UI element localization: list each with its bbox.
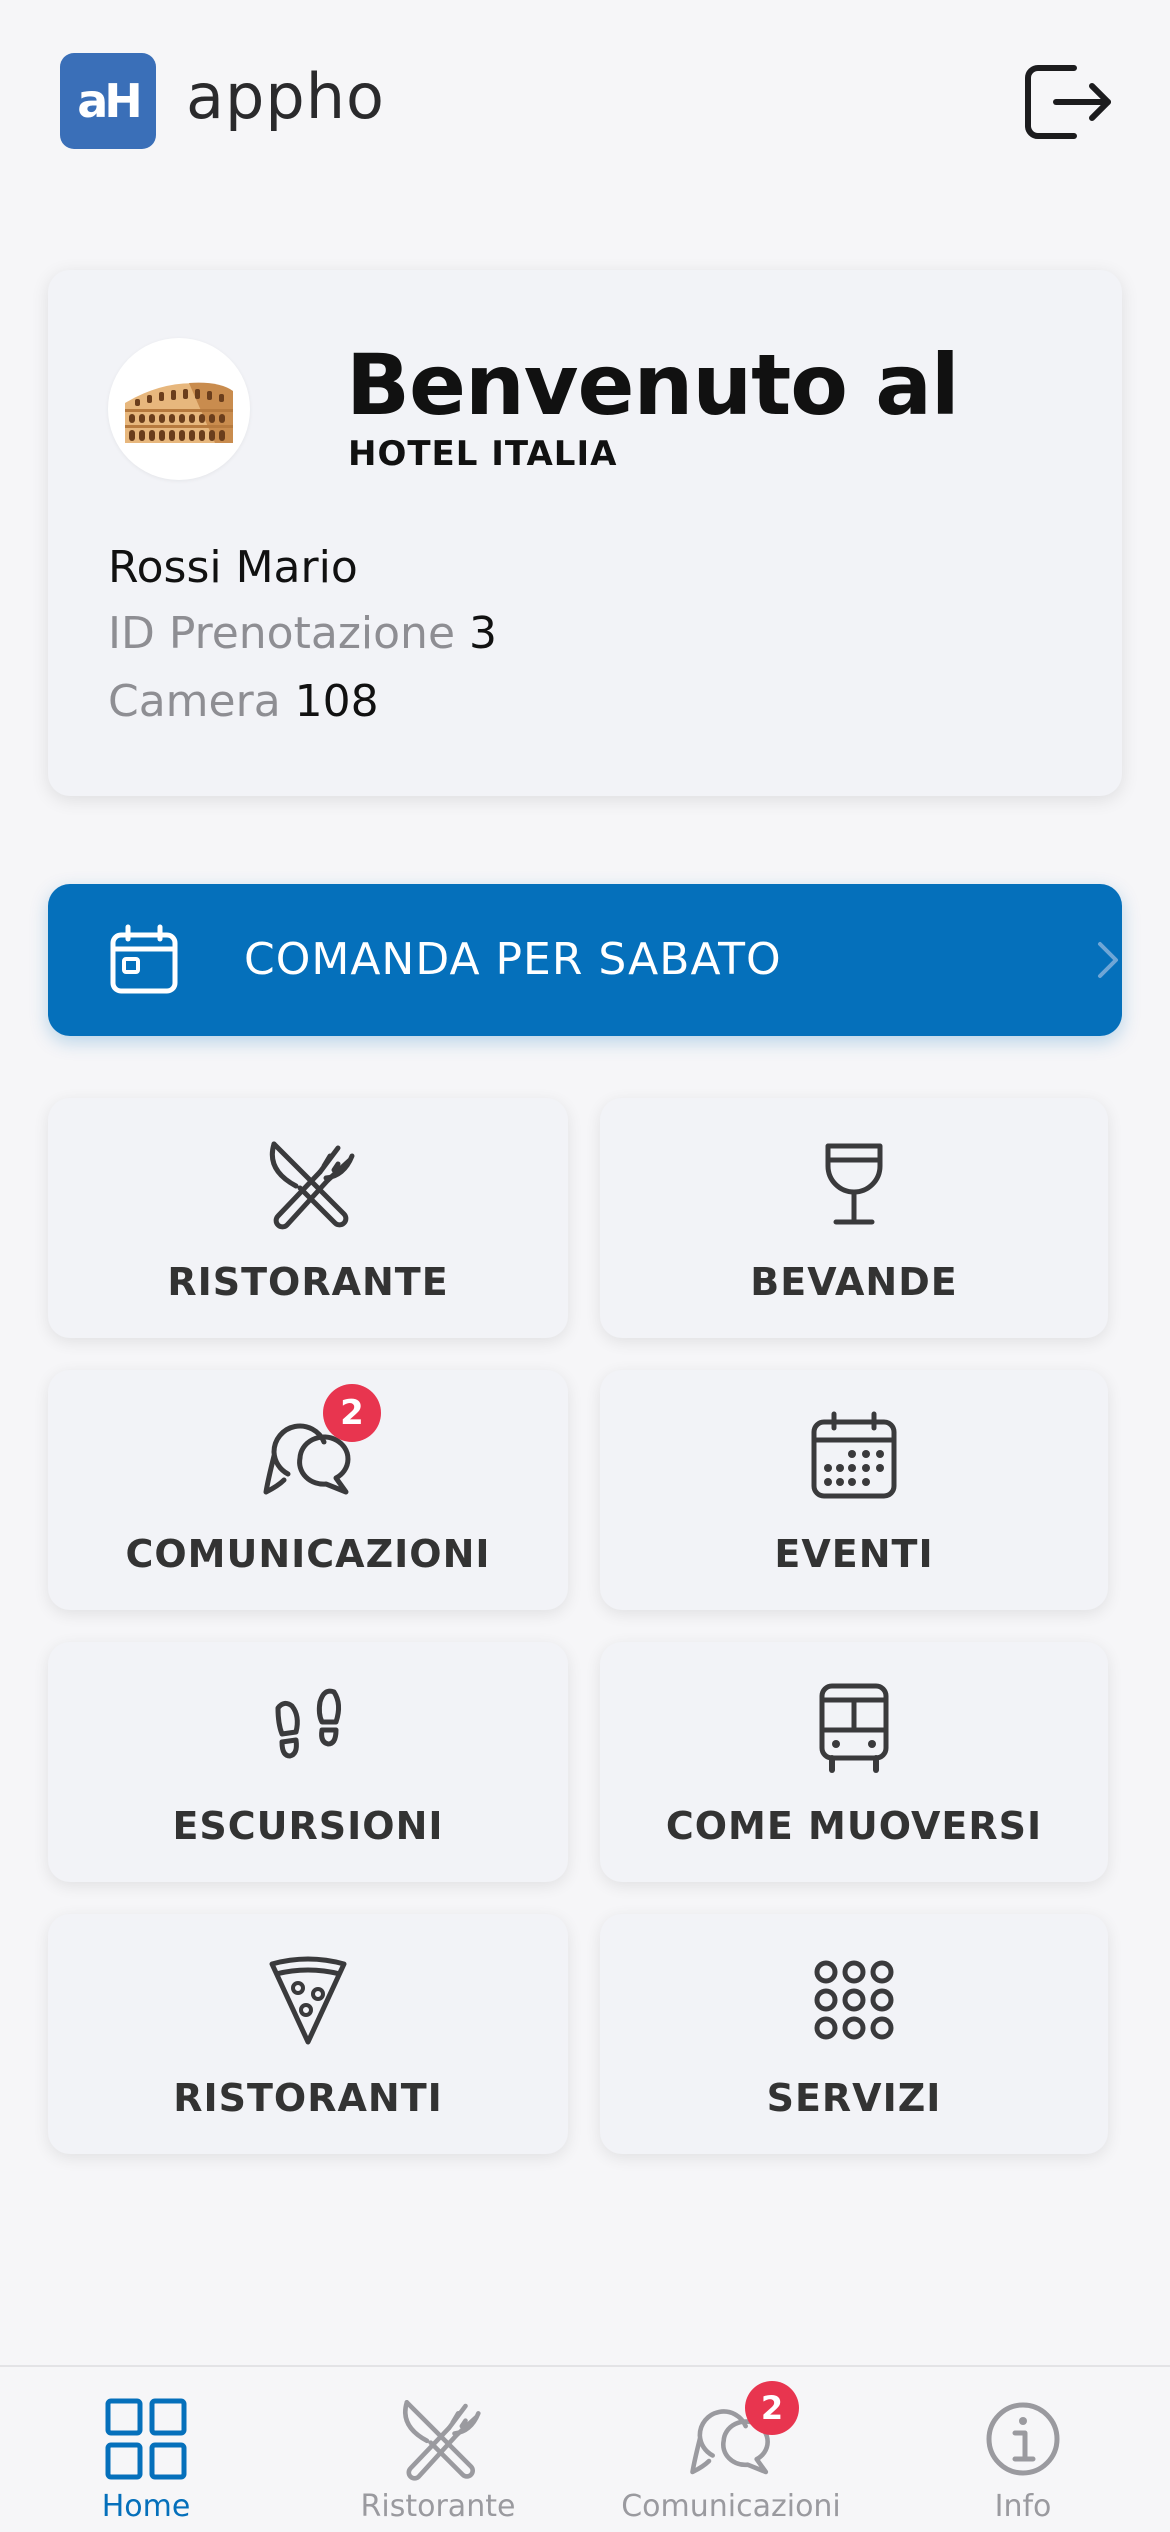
room-number: 108: [294, 676, 379, 727]
nav-info[interactable]: Info: [877, 2367, 1169, 2532]
nav-label: Ristorante: [360, 2489, 516, 2524]
notification-badge: 2: [323, 1384, 381, 1442]
tile-come-muoversi[interactable]: COME MUOVERSI: [600, 1642, 1108, 1882]
apps-grid-icon: [814, 1960, 894, 2040]
booking-id-value: 3: [469, 608, 498, 659]
fork-knife-icon: [403, 2400, 481, 2481]
tile-ristoranti[interactable]: RISTORANTI: [48, 1914, 568, 2154]
hotel-avatar: [108, 338, 250, 480]
tile-label: COME MUOVERSI: [665, 1804, 1043, 1848]
welcome-title: Benvenuto al: [346, 336, 960, 434]
logout-icon[interactable]: [1024, 62, 1114, 142]
tile-label: COMUNICAZIONI: [125, 1532, 491, 1576]
colosseum-icon: [125, 382, 233, 443]
bottom-nav: Home Ristorante 2 Comunicazioni Info: [0, 2365, 1170, 2532]
logo-text: aH: [77, 74, 143, 128]
tile-escursioni[interactable]: ESCURSIONI: [48, 1642, 568, 1882]
booking-id-label: ID Prenotazione: [108, 608, 456, 659]
room-label: Camera: [108, 676, 281, 727]
app-header: aH appho: [0, 0, 1170, 210]
app-logo: aH: [60, 53, 156, 149]
tile-label: ESCURSIONI: [172, 1804, 444, 1848]
welcome-card: Benvenuto al HOTEL ITALIA Rossi Mario ID…: [48, 270, 1122, 796]
tile-servizi[interactable]: SERVIZI: [600, 1914, 1108, 2154]
nav-label: Home: [101, 2489, 191, 2524]
tile-ristorante[interactable]: RISTORANTE: [48, 1098, 568, 1338]
home-grid-icon: [105, 2398, 187, 2480]
pizza-slice-icon: [269, 1956, 347, 2045]
nav-label: Info: [994, 2489, 1052, 2524]
order-saturday-button[interactable]: COMANDA PER SABATO: [48, 884, 1122, 1036]
chevron-right-icon: [1098, 942, 1118, 978]
calendar-icon: [110, 924, 178, 994]
footprints-icon: [275, 1688, 342, 1759]
wine-glass-icon: [825, 1143, 883, 1225]
tile-eventi[interactable]: EVENTI: [600, 1370, 1108, 1610]
tile-label: RISTORANTE: [167, 1260, 449, 1304]
order-banner-label: COMANDA PER SABATO: [244, 934, 782, 985]
room-line: Camera 108: [108, 676, 379, 727]
tile-label: BEVANDE: [750, 1260, 958, 1304]
nav-label: Comunicazioni: [621, 2489, 841, 2524]
tile-label: RISTORANTI: [173, 2076, 443, 2120]
tile-bevande[interactable]: BEVANDE: [600, 1098, 1108, 1338]
nav-home[interactable]: Home: [0, 2367, 292, 2532]
hotel-name: HOTEL ITALIA: [348, 434, 618, 474]
brand-name: appho: [186, 60, 385, 133]
nav-comunicazioni[interactable]: 2 Comunicazioni: [585, 2367, 877, 2532]
nav-ristorante[interactable]: Ristorante: [292, 2367, 584, 2532]
tile-label: EVENTI: [774, 1532, 934, 1576]
tile-comunicazioni[interactable]: 2 COMUNICAZIONI: [48, 1370, 568, 1610]
booking-id-line: ID Prenotazione 3: [108, 608, 497, 659]
notification-badge: 2: [745, 2381, 799, 2435]
tile-label: SERVIZI: [766, 2076, 942, 2120]
info-icon: [986, 2402, 1060, 2476]
calendar-grid-icon: [811, 1411, 897, 1499]
guest-name: Rossi Mario: [108, 542, 358, 593]
fork-knife-icon: [269, 1141, 355, 1230]
bus-icon: [819, 1683, 889, 1773]
